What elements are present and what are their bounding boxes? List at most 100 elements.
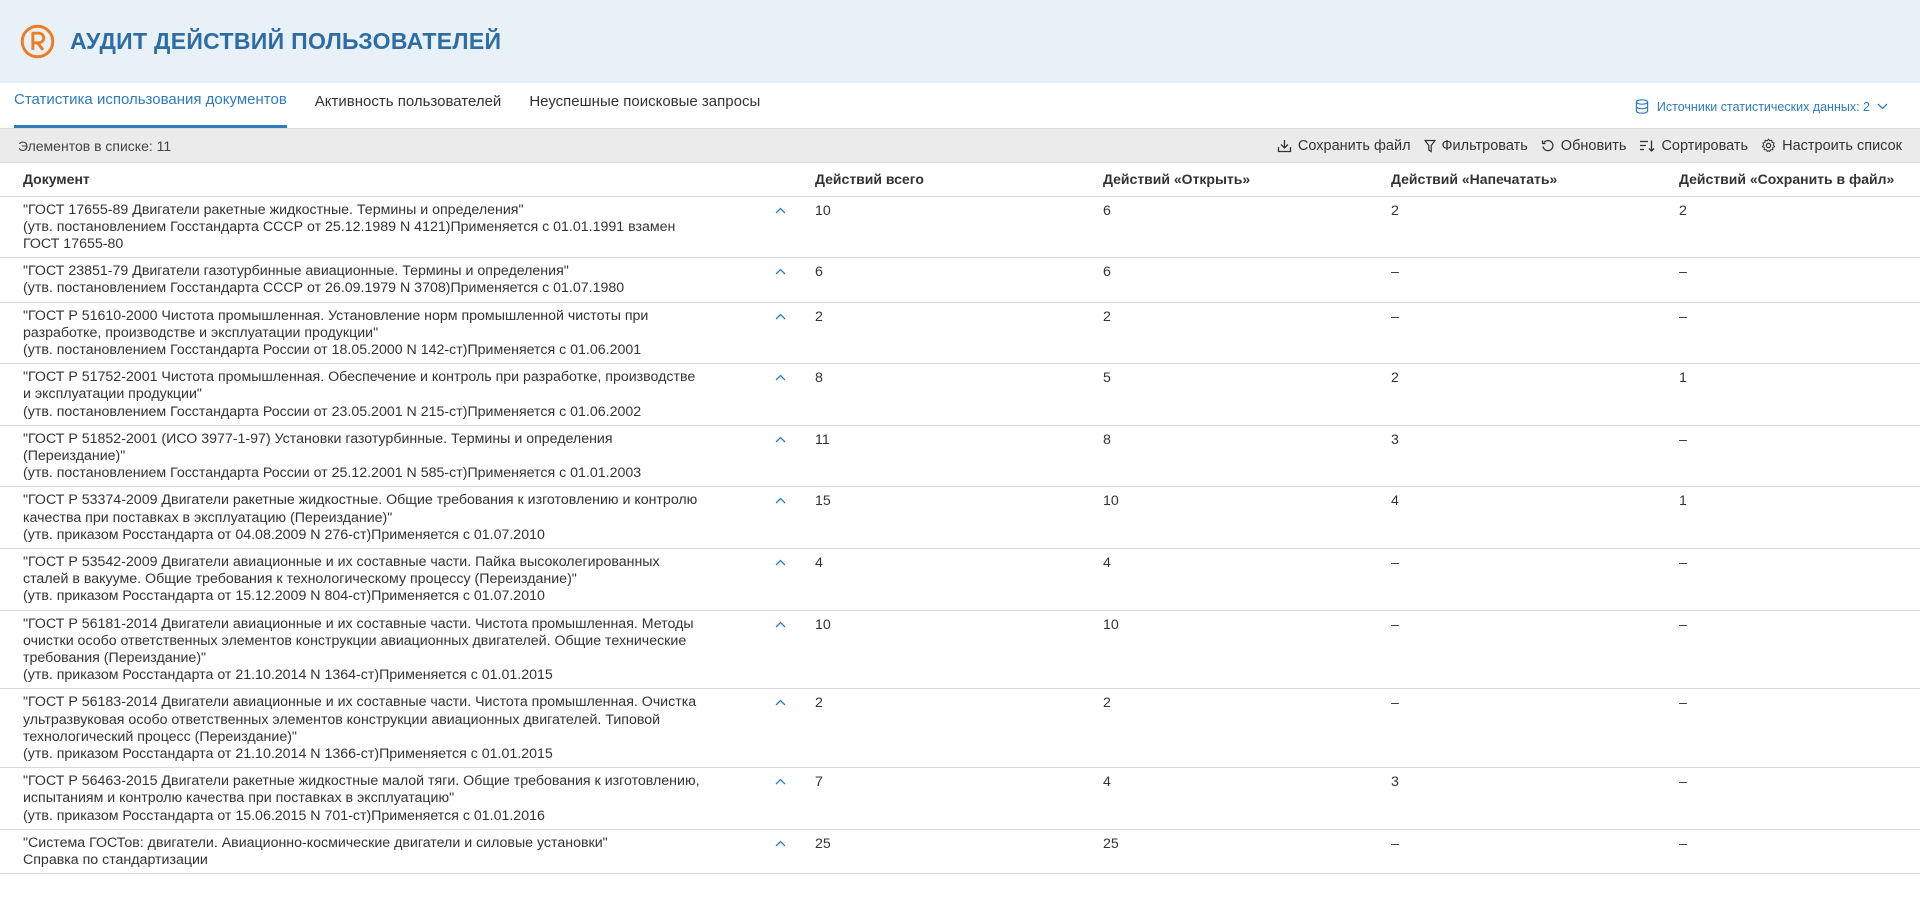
data-sources-dropdown[interactable]: Источники статистических данных: 2 [1635, 99, 1896, 114]
cell-total: 2 [792, 688, 1080, 769]
documents-table: Документ Действий всего Действий «Открыт… [0, 163, 1920, 875]
configure-list-button[interactable]: Настроить список [1761, 138, 1902, 154]
table-row[interactable]: "ГОСТ Р 53542-2009 Двигатели авиационные… [0, 548, 1920, 611]
sort-icon [1640, 140, 1655, 152]
document-link[interactable]: "ГОСТ Р 56183-2014 Двигатели авиационные… [23, 694, 764, 763]
document-text-line: ультразвуковая особо ответственных элеме… [23, 711, 661, 728]
document-link[interactable]: "ГОСТ Р 53374-2009 Двигатели ракетные жи… [23, 492, 764, 544]
table-row[interactable]: "ГОСТ Р 53374-2009 Двигатели ракетные жи… [0, 486, 1920, 549]
collapse-caret-icon[interactable] [764, 835, 786, 869]
table-row[interactable]: "Система ГОСТов: двигатели. Авиационно-к… [0, 829, 1920, 875]
collapse-caret-icon[interactable] [764, 369, 786, 421]
table-row[interactable]: "ГОСТ Р 56463-2015 Двигатели ракетные жи… [0, 767, 1920, 830]
document-text-line: "ГОСТ Р 51610-2000 Чистота промышленная.… [23, 307, 649, 324]
document-cell: "ГОСТ Р 56183-2014 Двигатели авиационные… [0, 688, 792, 769]
document-link[interactable]: "ГОСТ Р 56463-2015 Двигатели ракетные жи… [23, 773, 764, 825]
column-header-total[interactable]: Действий всего [792, 163, 1080, 197]
column-header-save[interactable]: Действий «Сохранить в файл» [1656, 163, 1920, 197]
cell-total: 4 [792, 548, 1080, 611]
page-title: АУДИТ ДЕЙСТВИЙ ПОЛЬЗОВАТЕЛЕЙ [70, 28, 502, 54]
document-text-line: "ГОСТ Р 51852-2001 (ИСО 3977-1-97) Устан… [23, 430, 613, 447]
collapse-caret-icon[interactable] [764, 773, 786, 825]
items-count: Элементов в списке: 11 [18, 137, 172, 154]
collapse-caret-icon[interactable] [764, 616, 786, 685]
document-link[interactable]: "ГОСТ Р 56181-2014 Двигатели авиационные… [23, 616, 764, 685]
cell-open: 4 [1080, 767, 1368, 830]
cell-save: 2 [1656, 196, 1920, 259]
document-cell: "ГОСТ Р 51752-2001 Чистота промышленная.… [0, 363, 792, 426]
document-text-line: требования (Переиздание)" [23, 649, 207, 666]
refresh-button[interactable]: Обновить [1541, 138, 1626, 154]
app-header: АУДИТ ДЕЙСТВИЙ ПОЛЬЗОВАТЕЛЕЙ [0, 0, 1920, 83]
tab-failed-searches[interactable]: Неуспешные поисковые запросы [529, 82, 760, 128]
collapse-caret-icon[interactable] [764, 694, 786, 763]
document-text-line: (утв. постановлением Госстандарта России… [23, 465, 642, 482]
cell-total: 7 [792, 767, 1080, 830]
collapse-caret-icon[interactable] [764, 554, 786, 606]
cell-save: – [1656, 257, 1920, 303]
table-row[interactable]: "ГОСТ Р 51610-2000 Чистота промышленная.… [0, 302, 1920, 365]
column-header-document[interactable]: Документ [0, 163, 792, 197]
cell-print: – [1368, 610, 1656, 690]
chevron-down-icon [1877, 103, 1888, 110]
document-text-line: "ГОСТ Р 56181-2014 Двигатели авиационные… [23, 615, 694, 632]
table-row[interactable]: "ГОСТ Р 51752-2001 Чистота промышленная.… [0, 363, 1920, 426]
table-row[interactable]: "ГОСТ Р 51852-2001 (ИСО 3977-1-97) Устан… [0, 425, 1920, 488]
refresh-icon [1541, 139, 1554, 151]
collapse-caret-icon[interactable] [764, 492, 786, 544]
document-text-line: "ГОСТ Р 53374-2009 Двигатели ракетные жи… [23, 492, 698, 509]
cell-save: 1 [1656, 486, 1920, 549]
cell-print: 2 [1368, 363, 1656, 426]
document-link[interactable]: "ГОСТ Р 51852-2001 (ИСО 3977-1-97) Устан… [23, 431, 764, 483]
cell-save: 1 [1656, 363, 1920, 426]
cell-save: – [1656, 548, 1920, 611]
cell-total: 11 [792, 425, 1080, 488]
data-sources-label: Источники статистических данных: 2 [1656, 99, 1870, 114]
document-text-line: испытаниям и контролю качества при поста… [23, 790, 455, 807]
cell-print: 4 [1368, 486, 1656, 549]
document-cell: "ГОСТ Р 51610-2000 Чистота промышленная.… [0, 302, 792, 365]
tab-bar: Статистика использования документов Акти… [0, 83, 1920, 129]
sort-button[interactable]: Сортировать [1639, 138, 1748, 154]
document-text-line: и эксплуатации продукции" [23, 386, 202, 403]
cell-open: 2 [1080, 302, 1368, 365]
table-row[interactable]: "ГОСТ 17655-89 Двигатели ракетные жидкос… [0, 196, 1920, 259]
table-header-row: Документ Действий всего Действий «Открыт… [0, 163, 1920, 197]
document-link[interactable]: "ГОСТ Р 53542-2009 Двигатели авиационные… [23, 554, 764, 606]
document-link[interactable]: "ГОСТ 17655-89 Двигатели ракетные жидкос… [23, 202, 764, 254]
cell-save: – [1656, 302, 1920, 365]
document-text-line: (утв. приказом Росстандарта от 15.12.200… [23, 588, 545, 605]
tab-document-stats[interactable]: Статистика использования документов [14, 82, 287, 128]
document-link[interactable]: "Система ГОСТов: двигатели. Авиационно-к… [23, 835, 764, 869]
cell-open: 6 [1080, 196, 1368, 259]
document-text-line: (утв. приказом Росстандарта от 21.10.201… [23, 667, 553, 684]
save-file-button[interactable]: Сохранить файл [1277, 138, 1411, 154]
cell-open: 10 [1080, 486, 1368, 549]
table-body: "ГОСТ 17655-89 Двигатели ракетные жидкос… [0, 196, 1920, 875]
table-row[interactable]: "ГОСТ 23851-79 Двигатели газотурбинные а… [0, 257, 1920, 303]
document-link[interactable]: "ГОСТ Р 51610-2000 Чистота промышленная.… [23, 308, 764, 360]
column-header-print[interactable]: Действий «Напечатать» [1368, 163, 1656, 197]
collapse-caret-icon[interactable] [764, 308, 786, 360]
cell-total: 2 [792, 302, 1080, 365]
filter-label: Фильтровать [1441, 137, 1528, 154]
logo-icon [20, 24, 55, 59]
table-row[interactable]: "ГОСТ Р 56183-2014 Двигатели авиационные… [0, 688, 1920, 769]
cell-print: – [1368, 829, 1656, 875]
filter-button[interactable]: Фильтровать [1423, 137, 1528, 154]
column-header-open[interactable]: Действий «Открыть» [1080, 163, 1368, 197]
document-text-line: "ГОСТ Р 56463-2015 Двигатели ракетные жи… [23, 773, 700, 790]
collapse-caret-icon[interactable] [764, 431, 786, 483]
document-text-line: технологический процесс (Переиздание)" [23, 728, 297, 745]
document-link[interactable]: "ГОСТ 23851-79 Двигатели газотурбинные а… [23, 263, 764, 297]
collapse-caret-icon[interactable] [764, 202, 786, 254]
table-row[interactable]: "ГОСТ Р 56181-2014 Двигатели авиационные… [0, 610, 1920, 690]
cell-save: – [1656, 425, 1920, 488]
cell-save: – [1656, 610, 1920, 690]
document-link[interactable]: "ГОСТ Р 51752-2001 Чистота промышленная.… [23, 369, 764, 421]
cell-total: 6 [792, 257, 1080, 303]
collapse-caret-icon[interactable] [764, 263, 786, 297]
tab-user-activity[interactable]: Активность пользователей [315, 82, 502, 128]
document-text-line: "ГОСТ 23851-79 Двигатели газотурбинные а… [23, 263, 569, 280]
cell-open: 10 [1080, 610, 1368, 690]
